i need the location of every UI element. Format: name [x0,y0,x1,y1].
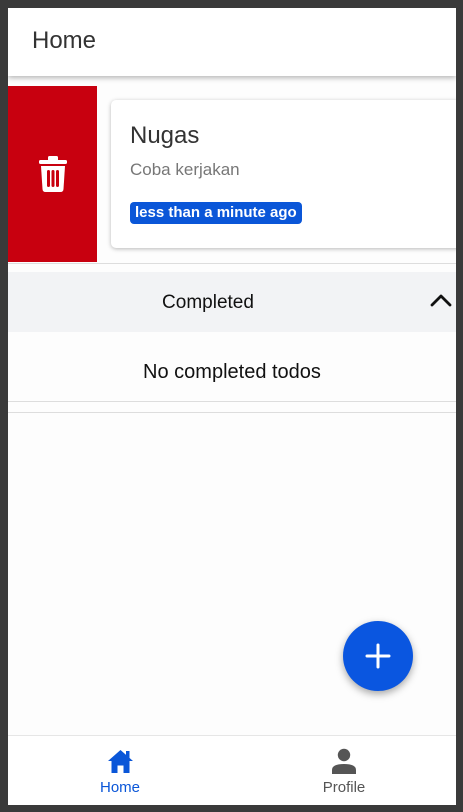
nav-item-home[interactable]: Home [8,736,232,805]
divider [8,412,456,413]
completed-label: Completed [162,292,254,313]
chevron-up-icon[interactable] [430,293,452,307]
todo-time-badge: less than a minute ago [130,202,302,224]
page-title: Home [32,27,97,54]
person-icon [332,748,356,774]
todo-title: Nugas [130,122,200,149]
divider [8,401,456,402]
todo-description: Coba kerjakan [130,160,240,179]
nav-item-profile[interactable]: Profile [232,736,456,805]
todo-card[interactable]: Nugas Coba kerjakan less than a minute a… [111,100,456,248]
bottom-navigation: Home Profile [8,735,456,805]
plus-icon [365,643,391,669]
divider [8,263,456,264]
app-bar: Home [8,8,456,76]
home-icon [108,750,133,773]
delete-action[interactable] [8,86,97,262]
app-screen: Home Nugas Coba kerjakan less than a min… [8,8,456,805]
empty-completed-text: No completed todos [143,361,321,383]
add-todo-button[interactable] [343,621,413,691]
completed-section-header[interactable]: Completed [8,272,456,332]
nav-label-profile: Profile [322,779,366,796]
todo-swipe-row[interactable]: Nugas Coba kerjakan less than a minute a… [8,86,456,262]
trash-icon [38,156,67,192]
nav-label-home: Home [99,779,140,796]
